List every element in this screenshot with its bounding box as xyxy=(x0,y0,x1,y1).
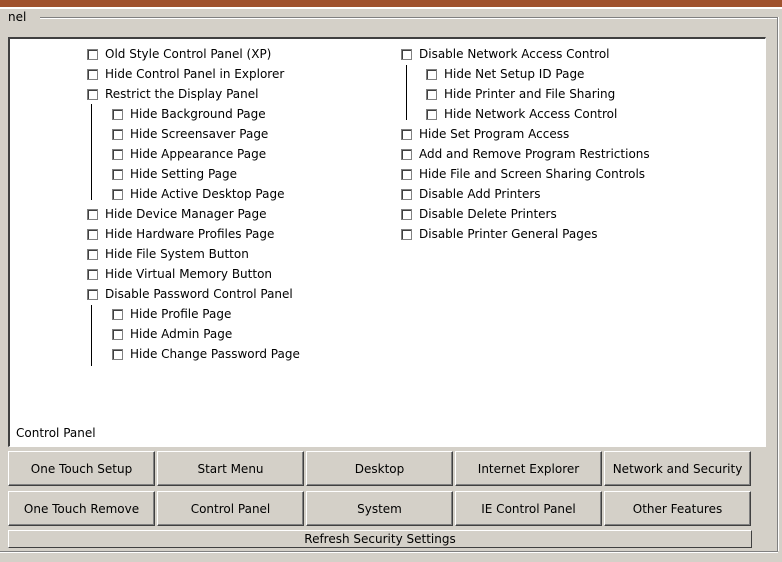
option-hide-setting-page[interactable]: Hide Setting Page xyxy=(112,166,237,182)
checkbox[interactable] xyxy=(87,268,98,280)
option-disable-printer-general-pages[interactable]: Disable Printer General Pages xyxy=(401,226,597,242)
option-hide-printer-file-sharing[interactable]: Hide Printer and File Sharing xyxy=(426,86,615,102)
option-disable-add-printers[interactable]: Disable Add Printers xyxy=(401,186,541,202)
checkbox[interactable] xyxy=(401,148,412,160)
group-label: nel xyxy=(8,10,30,24)
checkbox[interactable] xyxy=(426,88,437,100)
checkbox[interactable] xyxy=(87,88,98,100)
option-add-remove-program-restrictions[interactable]: Add and Remove Program Restrictions xyxy=(401,146,650,162)
group-frame-bottom xyxy=(0,551,778,552)
option-hide-background-page[interactable]: Hide Background Page xyxy=(112,106,266,122)
checkbox[interactable] xyxy=(112,348,123,360)
checkbox[interactable] xyxy=(87,228,98,240)
checkbox[interactable] xyxy=(87,68,98,80)
option-hide-profile-page[interactable]: Hide Profile Page xyxy=(112,306,231,322)
option-hide-net-setup-id-page[interactable]: Hide Net Setup ID Page xyxy=(426,66,584,82)
refresh-security-settings-button[interactable]: Refresh Security Settings xyxy=(8,530,752,548)
system-button[interactable]: System xyxy=(306,491,453,526)
option-disable-network-access-control[interactable]: Disable Network Access Control xyxy=(401,46,610,62)
checkbox[interactable] xyxy=(401,188,412,200)
option-disable-delete-printers[interactable]: Disable Delete Printers xyxy=(401,206,557,222)
option-hide-virtual-memory-button[interactable]: Hide Virtual Memory Button xyxy=(87,266,272,282)
one-touch-remove-button[interactable]: One Touch Remove xyxy=(8,491,155,526)
checkbox[interactable] xyxy=(87,288,98,300)
checkbox[interactable] xyxy=(426,68,437,80)
internet-explorer-button[interactable]: Internet Explorer xyxy=(455,451,602,486)
checkbox[interactable] xyxy=(87,248,98,260)
network-security-button[interactable]: Network and Security xyxy=(604,451,751,486)
start-menu-button[interactable]: Start Menu xyxy=(157,451,304,486)
tree-line-network xyxy=(406,65,407,120)
group-frame-right xyxy=(777,17,778,551)
option-hide-admin-page[interactable]: Hide Admin Page xyxy=(112,326,232,342)
option-hide-control-panel-explorer[interactable]: Hide Control Panel in Explorer xyxy=(87,66,284,82)
option-hide-hardware-profiles-page[interactable]: Hide Hardware Profiles Page xyxy=(87,226,274,242)
tree-line-password xyxy=(91,305,92,366)
option-old-style-control-panel[interactable]: Old Style Control Panel (XP) xyxy=(87,46,271,62)
option-hide-set-program-access[interactable]: Hide Set Program Access xyxy=(401,126,569,142)
option-hide-file-screen-sharing[interactable]: Hide File and Screen Sharing Controls xyxy=(401,166,645,182)
option-disable-password-control-panel[interactable]: Disable Password Control Panel xyxy=(87,286,293,302)
option-hide-file-system-button[interactable]: Hide File System Button xyxy=(87,246,249,262)
checkbox[interactable] xyxy=(87,48,98,60)
checkbox[interactable] xyxy=(112,168,123,180)
checkbox[interactable] xyxy=(112,108,123,120)
checkbox[interactable] xyxy=(426,108,437,120)
one-touch-setup-button[interactable]: One Touch Setup xyxy=(8,451,155,486)
option-hide-active-desktop-page[interactable]: Hide Active Desktop Page xyxy=(112,186,284,202)
section-label: Control Panel xyxy=(16,426,96,440)
tree-line-display xyxy=(91,104,92,200)
option-hide-screensaver-page[interactable]: Hide Screensaver Page xyxy=(112,126,268,142)
checkbox[interactable] xyxy=(401,168,412,180)
option-hide-appearance-page[interactable]: Hide Appearance Page xyxy=(112,146,266,162)
panel-scrollbar[interactable] xyxy=(752,39,766,447)
option-restrict-display-panel[interactable]: Restrict the Display Panel xyxy=(87,86,258,102)
group-frame-top xyxy=(40,17,778,18)
option-hide-network-access-control[interactable]: Hide Network Access Control xyxy=(426,106,617,122)
checkbox[interactable] xyxy=(401,228,412,240)
checkbox[interactable] xyxy=(401,48,412,60)
checkbox[interactable] xyxy=(112,308,123,320)
checkbox[interactable] xyxy=(112,128,123,140)
checkbox[interactable] xyxy=(401,208,412,220)
checkbox[interactable] xyxy=(401,128,412,140)
checkbox[interactable] xyxy=(112,188,123,200)
window-top-border xyxy=(0,0,782,9)
checkbox[interactable] xyxy=(112,328,123,340)
option-hide-change-password-page[interactable]: Hide Change Password Page xyxy=(112,346,300,362)
checkbox[interactable] xyxy=(87,208,98,220)
option-hide-device-manager-page[interactable]: Hide Device Manager Page xyxy=(87,206,267,222)
other-features-button[interactable]: Other Features xyxy=(604,491,751,526)
desktop-button[interactable]: Desktop xyxy=(306,451,453,486)
checkbox[interactable] xyxy=(112,148,123,160)
control-panel-button[interactable]: Control Panel xyxy=(157,491,304,526)
ie-control-panel-button[interactable]: IE Control Panel xyxy=(455,491,602,526)
